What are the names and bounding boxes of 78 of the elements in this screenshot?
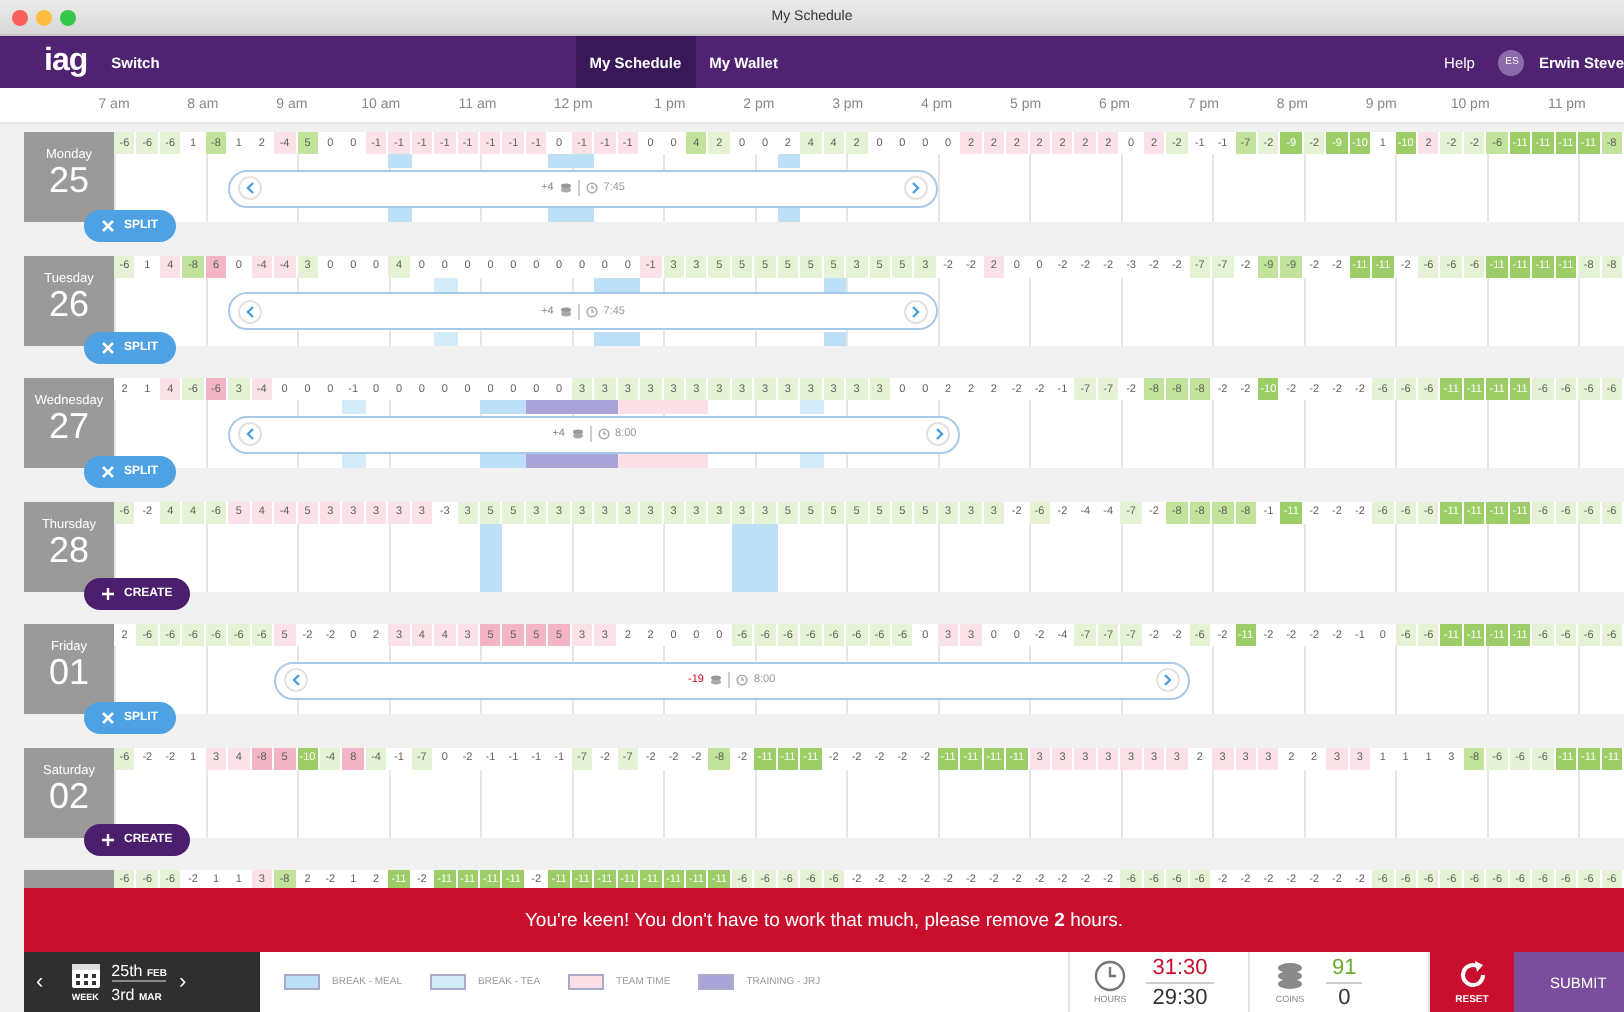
coins-icon (1274, 961, 1306, 991)
shift-end-handle[interactable] (903, 176, 928, 200)
break-block[interactable] (571, 208, 595, 222)
break-block[interactable] (388, 154, 412, 168)
previous-week-button[interactable]: ‹ (24, 970, 56, 994)
clock-icon (597, 428, 609, 440)
day-number: 27 (48, 408, 90, 444)
next-week-button[interactable]: › (166, 970, 199, 994)
shift-end-handle[interactable] (903, 299, 928, 323)
cross-icon (102, 465, 114, 477)
break-block[interactable] (754, 523, 778, 591)
break-block[interactable] (480, 400, 503, 414)
date-card (24, 870, 114, 888)
chevron-right-icon (910, 305, 921, 317)
shift-start-handle[interactable] (238, 299, 263, 323)
break-block[interactable] (502, 454, 526, 468)
break-block[interactable] (480, 523, 503, 591)
break-block[interactable] (480, 454, 503, 468)
clock-icon (1094, 960, 1127, 992)
cross-icon (102, 711, 114, 723)
break-block[interactable] (342, 400, 366, 414)
chevron-left-icon (291, 674, 302, 686)
chevron-left-icon (245, 305, 256, 317)
break-block[interactable] (777, 154, 801, 168)
shift-start-handle[interactable] (238, 176, 263, 200)
break-block[interactable] (342, 454, 366, 468)
coin-icon (559, 182, 572, 194)
break-block[interactable] (617, 454, 641, 468)
break-block[interactable] (548, 154, 572, 168)
calendar-icon (71, 962, 100, 988)
warning-message: You're keen! You don't have to work that much, please remove 2 hours. (524, 909, 1124, 931)
plus-icon (102, 588, 114, 600)
break-block[interactable] (617, 400, 641, 414)
day-number: 01 (48, 654, 90, 690)
shift-start-handle[interactable] (284, 668, 309, 692)
shift-end-handle[interactable] (1155, 668, 1180, 692)
chevron-right-icon (1162, 674, 1173, 686)
break-block[interactable] (571, 154, 595, 168)
break-block[interactable] (594, 454, 618, 468)
day-number: 28 (48, 531, 90, 567)
minimize-dot[interactable] (36, 10, 52, 26)
clock-icon (585, 305, 598, 317)
break-block[interactable] (800, 454, 824, 468)
break-block[interactable] (525, 400, 549, 414)
target-hours: 29:30 (1152, 983, 1208, 1011)
coin-icon (709, 674, 722, 686)
cross-icon (102, 342, 114, 354)
shift-end-handle[interactable] (926, 422, 951, 446)
clock-icon (585, 182, 598, 194)
day-number: 25 (48, 162, 90, 198)
chevron-right-icon (933, 428, 944, 440)
close-dot[interactable] (12, 10, 28, 26)
plus-icon (102, 834, 114, 846)
break-block[interactable] (777, 208, 801, 222)
zoom-dot[interactable] (60, 10, 76, 26)
break-block[interactable] (502, 400, 526, 414)
chevron-left-icon (245, 428, 256, 440)
break-block[interactable] (594, 400, 618, 414)
refresh-icon (1457, 959, 1487, 989)
clock-icon (735, 674, 748, 686)
coin-icon (571, 428, 583, 440)
day-number: 26 (48, 285, 90, 321)
break-block[interactable] (548, 208, 572, 222)
break-block[interactable] (685, 454, 709, 468)
break-block[interactable] (525, 454, 549, 468)
day-number: 02 (48, 777, 90, 813)
break-block[interactable] (800, 400, 824, 414)
logo[interactable]: iag (44, 46, 88, 78)
break-block[interactable] (388, 208, 412, 222)
coin-icon (559, 305, 572, 317)
planned-hours: 31:30 (1146, 953, 1214, 983)
chevron-left-icon (245, 182, 256, 194)
cross-icon (102, 219, 114, 231)
break-block[interactable] (685, 400, 709, 414)
shift-start-handle[interactable] (238, 422, 263, 446)
coins-spent: 0 (1338, 983, 1351, 1011)
coins-earned: 91 (1326, 953, 1363, 983)
chevron-right-icon (910, 182, 921, 194)
